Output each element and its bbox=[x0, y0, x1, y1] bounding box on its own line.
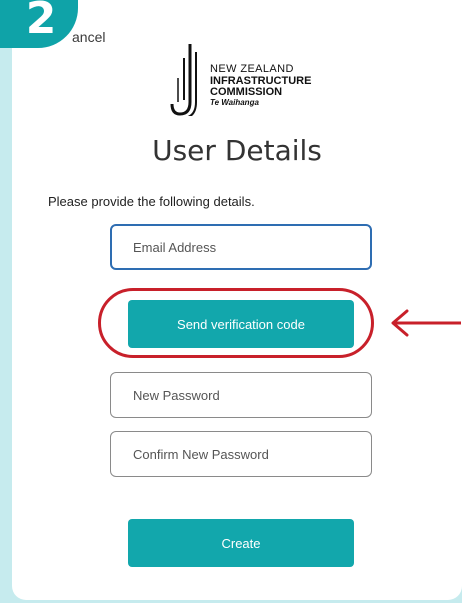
instructions-text: Please provide the following details. bbox=[48, 194, 255, 209]
logo-line-country: NEW ZEALAND bbox=[210, 63, 294, 75]
organization-logo: NEW ZEALAND INFRASTRUCTURE COMMISSION Te… bbox=[164, 40, 324, 118]
signup-panel: ancel 2 NEW ZEALAND INFRASTRUCTURE COMMI… bbox=[0, 0, 462, 600]
send-verification-code-button[interactable]: Send verification code bbox=[128, 300, 354, 348]
page-title: User Details bbox=[152, 134, 322, 167]
arrow-left-icon bbox=[391, 309, 461, 337]
step-number-badge: 2 bbox=[0, 0, 78, 48]
new-password-field[interactable] bbox=[110, 372, 372, 418]
logo-mark-icon bbox=[170, 44, 197, 116]
logo-line-commission: COMMISSION bbox=[210, 86, 283, 98]
cancel-link[interactable]: ancel bbox=[72, 29, 105, 45]
logo-line-maori-name: Te Waihanga bbox=[210, 98, 259, 107]
create-button[interactable]: Create bbox=[128, 519, 354, 567]
confirm-password-field[interactable] bbox=[110, 431, 372, 477]
email-field[interactable] bbox=[110, 224, 372, 270]
logo-wordmark: NEW ZEALAND INFRASTRUCTURE COMMISSION Te… bbox=[210, 64, 311, 108]
